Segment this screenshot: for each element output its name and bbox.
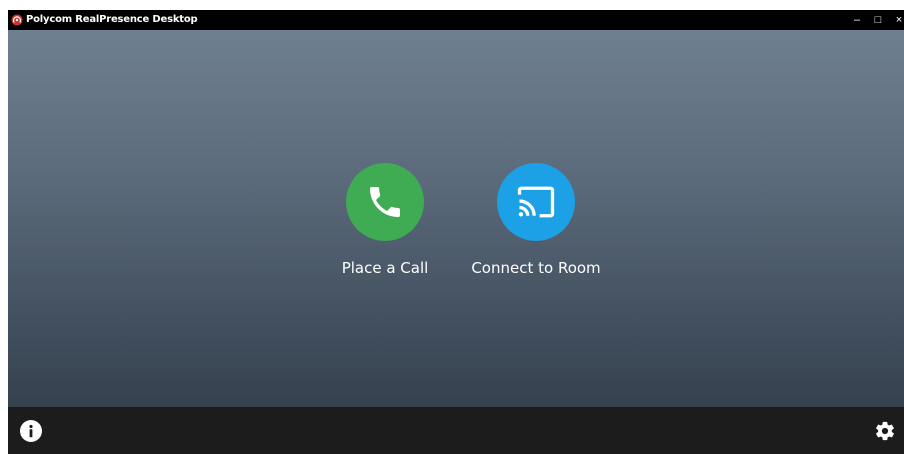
main-panel: Place a Call Connect to Room	[8, 30, 904, 407]
info-icon	[29, 424, 33, 438]
settings-button[interactable]	[874, 420, 896, 442]
close-button[interactable]: ×	[892, 12, 904, 28]
minimize-button[interactable]: –	[850, 12, 864, 28]
cast-icon	[517, 186, 555, 218]
connect-room-circle[interactable]	[497, 163, 575, 241]
info-button[interactable]	[20, 420, 42, 442]
bottom-toolbar	[8, 407, 904, 454]
app-window: Polycom RealPresence Desktop – □ × Place…	[8, 10, 904, 454]
connect-room-button[interactable]: Connect to Room	[456, 163, 616, 277]
connect-room-label[interactable]: Connect to Room	[456, 259, 616, 277]
place-call-label[interactable]: Place a Call	[305, 259, 465, 277]
polycom-logo-icon	[11, 14, 23, 26]
gear-icon	[876, 421, 894, 441]
title-bar[interactable]: Polycom RealPresence Desktop – □ ×	[8, 10, 904, 30]
place-call-circle[interactable]	[346, 163, 424, 241]
window-title: Polycom RealPresence Desktop	[26, 14, 198, 25]
maximize-button[interactable]: □	[871, 12, 885, 28]
phone-icon	[370, 187, 400, 217]
place-call-button[interactable]: Place a Call	[305, 163, 465, 277]
